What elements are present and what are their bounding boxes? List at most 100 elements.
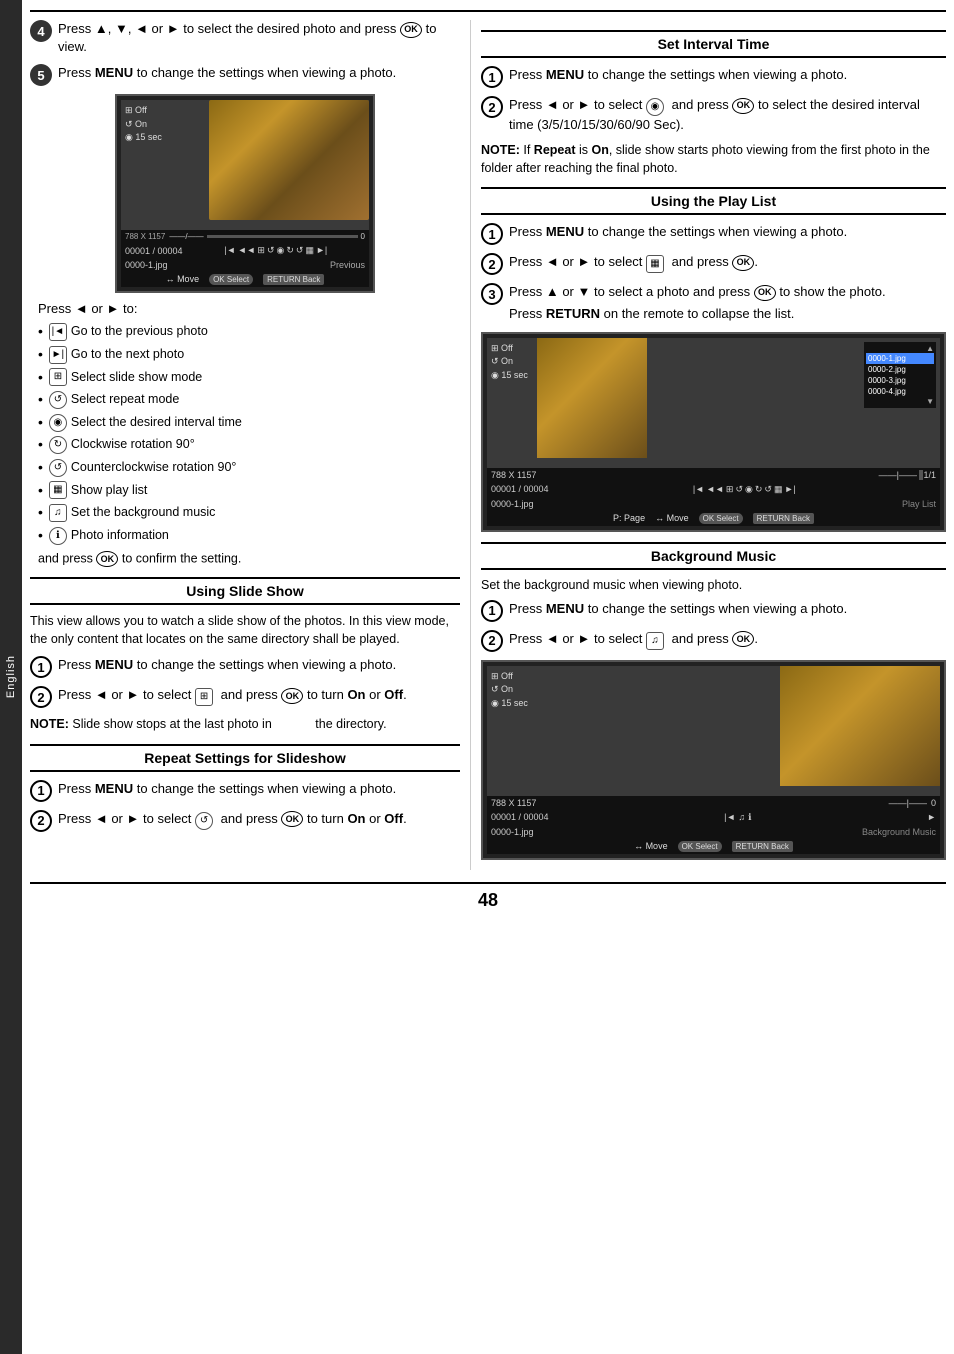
- playlist-step-3-content: Press ▲ or ▼ to select a photo and press…: [509, 283, 886, 323]
- slideshow-step-1-text: Press MENU to change the settings when v…: [58, 656, 460, 674]
- bullet-repeat: • ↺ Select repeat mode: [38, 390, 460, 410]
- tv-count: 0: [361, 232, 365, 241]
- bgm-return-hint: RETURN Back: [732, 841, 793, 852]
- confirm-line: and press OK to confirm the setting.: [38, 551, 460, 567]
- bgm-tv-footer: ↔ Move OK Select RETURN Back: [487, 839, 940, 854]
- pl-progress-bar-item: [919, 470, 923, 480]
- pl-prev-btn: |◄: [693, 484, 704, 495]
- slideshow-step-2-badge: 2: [30, 686, 52, 708]
- repeat-icon: ↺: [49, 391, 67, 409]
- bgm-progress-end: 0: [931, 798, 936, 808]
- pl-ccw-btn: ↺: [764, 484, 772, 495]
- slideshow-section-header: Using Slide Show: [30, 577, 460, 605]
- pl-int-btn: ◉: [745, 484, 753, 495]
- bgmusic-icon: ♫: [49, 504, 67, 522]
- slideshow-note-indent: the directory.: [275, 717, 386, 731]
- bgmusic-text: Set the background music: [71, 504, 216, 522]
- playlist-panel: ▲ 0000-1.jpg 0000-2.jpg 0000-3.jpg 0000-…: [864, 342, 936, 408]
- pl-filename-bar: 0000-1.jpg Play List: [487, 497, 940, 511]
- tv-resolution: 788 X 1157: [125, 232, 165, 241]
- pl-dog-image: [537, 338, 647, 458]
- bgm-progress: ——|——: [540, 798, 927, 808]
- interval-step-2-text: Press ◄ or ► to select ◉ and press OK to…: [509, 96, 946, 134]
- interval-step-2: 2 Press ◄ or ► to select ◉ and press OK …: [481, 96, 946, 134]
- bgmusic-section-header: Background Music: [481, 542, 946, 570]
- bgm-ok-hint: OK Select: [678, 841, 722, 852]
- slideshow-step-1: 1 Press MENU to change the settings when…: [30, 656, 460, 678]
- tv-filename-bar: 0000-1.jpg Previous: [121, 258, 369, 272]
- bgmusic-step-1: 1 Press MENU to change the settings when…: [481, 600, 946, 622]
- bullet-next-photo: • ►| Go to the next photo: [38, 345, 460, 365]
- bullet-dot-4: •: [38, 390, 43, 410]
- pl-item-4: 0000-4.jpg: [866, 386, 934, 397]
- playlist-text: Show play list: [71, 482, 147, 500]
- info-icon: ℹ: [49, 527, 67, 545]
- tv-filename: 0000-1.jpg: [125, 260, 168, 270]
- tv-prev-btn: |◄: [224, 245, 235, 256]
- slideshow-step-2-text: Press ◄ or ► to select ⊞ and press OK to…: [58, 686, 460, 706]
- bgm-tv-left-info: ⊞ Off ↺ On ◉ 15 sec: [491, 670, 528, 711]
- tv-repeat-icon: ↺ On: [125, 118, 162, 132]
- interval-step-1-badge: 1: [481, 66, 503, 88]
- tv-progress-area: ——/—— 0: [169, 232, 365, 241]
- repeat-step-1-badge: 1: [30, 780, 52, 802]
- tv-interval-icon: ◉ 15 sec: [125, 131, 162, 145]
- bullet-dot-3: •: [38, 368, 43, 388]
- left-column: 4 Press ▲, ▼, ◄ or ► to select the desir…: [30, 20, 460, 870]
- interval-step-1: 1 Press MENU to change the settings when…: [481, 66, 946, 88]
- top-divider: [30, 10, 946, 12]
- tv-mockup-playlist: ⊞ Off ↺ On ◉ 15 sec ▲ 0000-1.jpg 0000-2.…: [481, 332, 946, 532]
- repeat-step-1: 1 Press MENU to change the settings when…: [30, 780, 460, 802]
- pl-filename: 0000-1.jpg: [491, 499, 534, 509]
- pl-rep-status: ↺ On: [491, 355, 528, 369]
- interval-section: Set Interval Time 1 Press MENU to change…: [481, 30, 946, 177]
- playlist-step-1: 1 Press MENU to change the settings when…: [481, 223, 946, 245]
- step-4-text: Press ▲, ▼, ◄ or ► to select the desired…: [58, 20, 460, 56]
- tv-move-hint: ↔ Move: [166, 274, 200, 285]
- pl-tv-left-info: ⊞ Off ↺ On ◉ 15 sec: [491, 342, 528, 383]
- tv-slideshow-icon: ⊞ Off: [125, 104, 162, 118]
- pl-tv-footer: P: Page ↔ Move OK Select RETURN Back: [487, 511, 940, 526]
- interval-icon: ◉: [49, 414, 67, 432]
- tv-ccw-btn: ↺: [296, 245, 304, 256]
- slideshow-step-1-badge: 1: [30, 656, 52, 678]
- tv-rew-btn: ◄◄: [238, 245, 256, 256]
- pl-icon-controls: |◄ ◄◄ ⊞ ↺ ◉ ↻ ↺ ▦ ►|: [553, 484, 936, 495]
- bullet-dot-2: •: [38, 345, 43, 365]
- bullet-dot-8: •: [38, 481, 43, 501]
- bgm-controls-bar: 00001 / 00004 |◄ ♫ ℹ ►: [487, 810, 940, 825]
- repeat-step-1-text: Press MENU to change the settings when v…: [58, 780, 460, 798]
- dog-image: [209, 100, 369, 220]
- repeat-step-2-badge: 2: [30, 810, 52, 832]
- bgm-filename-bar: 0000-1.jpg Background Music: [487, 825, 940, 839]
- playlist-step-2-text: Press ◄ or ► to select ▦ and press OK.: [509, 253, 946, 273]
- step-4-badge: 4: [30, 20, 52, 42]
- playlist-step-2-badge: 2: [481, 253, 503, 275]
- next-photo-text: Go to the next photo: [71, 346, 184, 364]
- playlist-section-header: Using the Play List: [481, 187, 946, 215]
- tv-mockup-bgmusic: ⊞ Off ↺ On ◉ 15 sec 788 X 1157 ——|—— 0 0…: [481, 660, 946, 860]
- bgm-note-btn: ♫: [738, 812, 745, 823]
- pl-progress: ——|—— 1/1: [540, 470, 936, 480]
- bullet-dot-7: •: [38, 458, 43, 478]
- playlist-step-3-extra: Press RETURN on the remote to collapse t…: [509, 305, 886, 323]
- pl-select-icon: ▦: [646, 255, 664, 273]
- repeat-step-2-text: Press ◄ or ► to select ↺ and press OK to…: [58, 810, 460, 830]
- step-5-row: 5 Press MENU to change the settings when…: [30, 64, 460, 86]
- ok-ss: OK: [281, 688, 303, 704]
- step-4-row: 4 Press ▲, ▼, ◄ or ► to select the desir…: [30, 20, 460, 56]
- tv-screen-bgmusic: ⊞ Off ↺ On ◉ 15 sec: [487, 666, 940, 796]
- bgm-list-label: Background Music: [538, 827, 936, 837]
- cw-text: Clockwise rotation 90°: [71, 436, 195, 454]
- bullet-prev-photo: • |◄ Go to the previous photo: [38, 322, 460, 342]
- bgmusic-step-1-text: Press MENU to change the settings when v…: [509, 600, 946, 618]
- playlist-step-1-badge: 1: [481, 223, 503, 245]
- tv-screen-playlist: ⊞ Off ↺ On ◉ 15 sec ▲ 0000-1.jpg 0000-2.…: [487, 338, 940, 468]
- sidebar-label: English: [5, 655, 17, 698]
- bgm-move-hint: ↔ Move: [634, 841, 668, 852]
- bgm-tv-bottom-bar: 788 X 1157 ——|—— 0: [487, 796, 940, 810]
- press-or-to-label: Press ◄ or ► to:: [38, 301, 460, 316]
- two-column-layout: 4 Press ▲, ▼, ◄ or ► to select the desir…: [30, 20, 946, 870]
- tv-previous-label: Previous: [172, 260, 365, 270]
- ok-bgm: OK: [732, 631, 754, 647]
